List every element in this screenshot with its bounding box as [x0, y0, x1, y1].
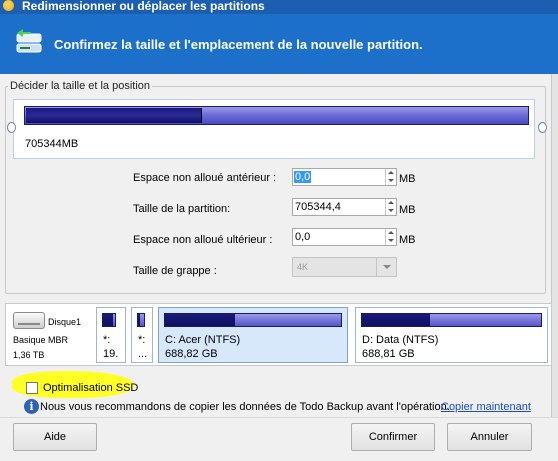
after-space-unit: MB [399, 234, 416, 246]
cluster-size-value: 4K [297, 262, 309, 272]
disk-info[interactable]: Disque1 Basique MBR 1,36 TB [6, 304, 92, 365]
partition-label: *: [138, 334, 146, 346]
partition-label: *: [103, 334, 111, 346]
left-resize-handle[interactable] [7, 122, 16, 133]
before-space-label: Espace non alloué antérieur : [133, 172, 277, 184]
partition-label: D: Data (NTFS) [362, 334, 439, 346]
partition-block-selected[interactable]: C: Acer (NTFS) 688,82 GB [158, 307, 348, 363]
before-space-value: 0,0 [294, 171, 312, 183]
partition-block[interactable]: *: 19. [96, 307, 126, 363]
partition-usage-fill [103, 314, 113, 326]
cluster-size-select[interactable]: 4K [292, 257, 397, 277]
after-space-spinner[interactable]: 0,0 [292, 228, 397, 246]
partition-resize-icon [16, 29, 42, 53]
before-space-unit: MB [399, 173, 416, 185]
title-bar: Redimensionner ou déplacer les partition… [0, 0, 558, 14]
partition-bar[interactable] [24, 106, 529, 125]
partition-usage-fill [362, 314, 430, 326]
partition-usage-fill [138, 314, 140, 326]
partition-size-unit: MB [399, 204, 416, 216]
partition-size: 19. [103, 348, 119, 360]
ssd-checkbox[interactable] [26, 382, 38, 394]
hard-disk-icon [13, 312, 45, 329]
info-icon: i [24, 399, 39, 414]
disk-map: Disque1 Basique MBR 1,36 TB *: 19. *: ..… [5, 303, 552, 366]
spinner-arrows-icon[interactable] [385, 169, 396, 185]
partition-size-label: Taille de la partition: [133, 203, 231, 215]
recommendation-row: i Nous vous recommandons de copier les d… [24, 399, 544, 415]
help-button[interactable]: Aide [13, 423, 97, 451]
partition-size: ... [138, 348, 148, 360]
window-edge [551, 74, 558, 461]
partition-usage-fill [165, 314, 235, 326]
disk-type: Basique MBR [13, 335, 69, 345]
disk-name: Disque1 [48, 317, 82, 327]
group-label: Décider la taille et la position [8, 80, 153, 92]
after-space-value: 0,0 [295, 231, 311, 243]
spinner-arrows-icon[interactable] [385, 199, 396, 215]
right-resize-handle[interactable] [538, 122, 547, 133]
banner-text: Confirmez la taille et l'emplacement de … [54, 37, 423, 52]
disk-size: 1,36 TB [13, 350, 45, 360]
ssd-option[interactable]: Optimalisation SSD [21, 379, 146, 397]
app-icon [3, 0, 14, 11]
cluster-size-label: Taille de grappe : [133, 265, 217, 277]
partition-size: 688,81 GB [362, 348, 415, 360]
partition-bar-fill [26, 108, 203, 123]
partition-size-value: 705344,4 [295, 201, 341, 213]
partition-bar-size: 705344MB [25, 138, 79, 150]
cancel-button[interactable]: Annuler [447, 423, 532, 451]
partition-block[interactable]: D: Data (NTFS) 688,81 GB [355, 307, 548, 363]
chevron-down-icon[interactable] [376, 258, 396, 276]
partition-size-spinner[interactable]: 705344,4 [292, 198, 397, 216]
ssd-label[interactable]: Optimalisation SSD [43, 382, 138, 394]
after-space-label: Espace non alloué ultérieur : [133, 234, 273, 246]
partition-label: C: Acer (NTFS) [165, 334, 241, 346]
before-space-spinner[interactable]: 0,0 [292, 168, 397, 186]
confirm-button[interactable]: Confirmer [351, 423, 435, 451]
partition-block[interactable]: *: ... [131, 307, 153, 363]
partition-bar-area[interactable]: 705344MB [13, 99, 535, 159]
header-banner: Confirmez la taille et l'emplacement de … [0, 14, 558, 74]
window-title: Redimensionner ou déplacer les partition… [22, 0, 265, 13]
recommendation-text: Nous vous recommandons de copier les don… [40, 401, 450, 413]
partition-size: 688,82 GB [165, 348, 218, 360]
copy-now-link[interactable]: Copier maintenant [441, 401, 531, 413]
spinner-arrows-icon[interactable] [385, 229, 396, 245]
